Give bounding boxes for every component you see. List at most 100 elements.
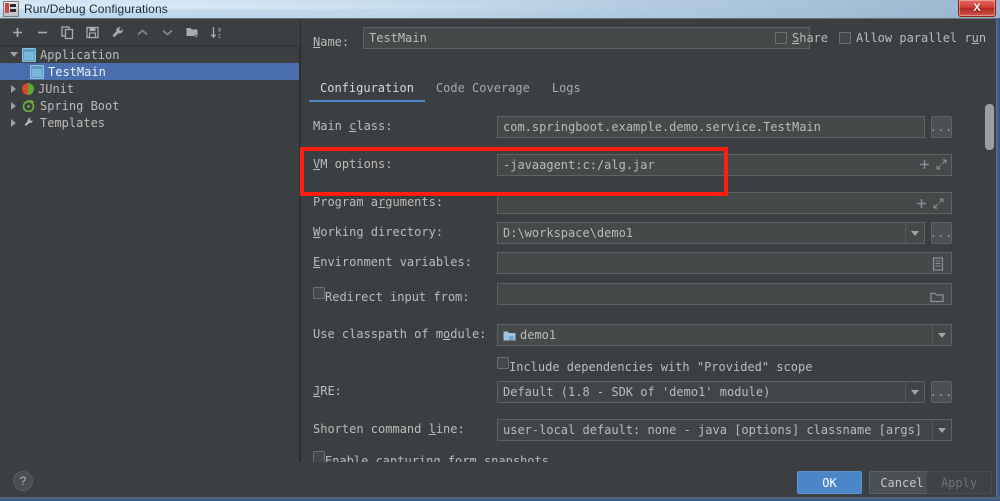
working-directory-browse-button[interactable]: ...	[931, 222, 952, 244]
chevron-down-icon[interactable]	[159, 24, 176, 41]
copy-icon[interactable]	[59, 24, 76, 41]
classpath-module-combo[interactable]: demo1	[497, 324, 952, 346]
expand-icon[interactable]	[936, 159, 947, 173]
shorten-command-line-label: Shorten command line:	[313, 422, 465, 436]
vm-options-label: VM options:	[313, 157, 392, 171]
share-checkbox-row[interactable]: Share	[775, 31, 828, 45]
vm-options-row: VM options: -javaagent:c:/alg.jar	[301, 154, 1000, 176]
program-arguments-row: Program arguments:	[301, 192, 1000, 214]
working-directory-input[interactable]: D:\workspace\demo1	[497, 222, 925, 244]
share-checkbox[interactable]	[775, 32, 787, 44]
vm-options-field-wrap: -javaagent:c:/alg.jar	[497, 154, 952, 176]
junit-icon	[22, 83, 34, 95]
jre-label: JRE:	[313, 384, 342, 398]
tab-logs[interactable]: Logs	[541, 81, 592, 102]
editor-scrollbar[interactable]	[985, 104, 994, 462]
folder-add-icon[interactable]	[184, 24, 201, 41]
name-label: Name:	[313, 35, 349, 49]
plus-icon[interactable]	[916, 194, 927, 213]
chevron-right-icon[interactable]	[8, 99, 21, 112]
expand-icon[interactable]	[933, 194, 944, 213]
vm-options-input[interactable]: -javaagent:c:/alg.jar	[497, 154, 952, 176]
configurations-panel: az Application TestMain	[0, 19, 301, 462]
dialog-body: az Application TestMain	[0, 18, 1000, 501]
window-bottom-edge	[0, 497, 1000, 501]
shorten-command-line-combo[interactable]: user-local default: none - java [options…	[497, 419, 952, 441]
allow-parallel-run-checkbox[interactable]	[839, 32, 851, 44]
close-icon[interactable]: X	[958, 0, 996, 17]
tree-item-label: Templates	[40, 116, 105, 130]
shorten-command-line-value: user-local default: none - java [options…	[503, 423, 922, 437]
chevron-right-icon[interactable]	[8, 116, 21, 129]
program-arguments-label: Program arguments:	[313, 195, 443, 209]
chevron-down-icon[interactable]	[932, 420, 951, 440]
tree-item-label: JUnit	[38, 82, 74, 96]
jre-row: JRE: Default (1.8 - SDK of 'demo1' modul…	[301, 381, 1000, 403]
tree-item-junit[interactable]: JUnit	[0, 80, 299, 97]
plus-icon[interactable]	[919, 159, 930, 173]
redirect-input-label: Redirect input from:	[325, 290, 470, 304]
redirect-input-field-wrap	[497, 283, 952, 305]
dialog-footer: ? OK Cancel Apply	[0, 462, 1000, 501]
classpath-module-field-wrap: demo1	[497, 324, 952, 346]
chevron-down-icon[interactable]	[932, 325, 951, 345]
include-provided-row: Include dependencies with "Provided" sco…	[301, 353, 1000, 375]
tree-item-label: Application	[40, 48, 119, 62]
configurations-tree[interactable]: Application TestMain JUnit	[0, 45, 300, 462]
vm-options-actions	[919, 155, 947, 176]
tab-code-coverage[interactable]: Code Coverage	[425, 81, 541, 102]
ok-button[interactable]: OK	[797, 471, 862, 494]
tree-item-label: TestMain	[48, 65, 106, 79]
spring-boot-icon	[22, 99, 36, 113]
vm-options-value: -javaagent:c:/alg.jar	[503, 158, 655, 172]
list-edit-icon[interactable]	[932, 256, 944, 275]
configurations-toolbar: az	[0, 19, 300, 45]
main-class-label: Main class:	[313, 119, 392, 133]
classpath-module-row: Use classpath of module: demo1	[301, 324, 1000, 346]
tree-item-application[interactable]: Application	[0, 46, 299, 63]
classpath-module-label: Use classpath of module:	[313, 327, 486, 341]
tree-item-spring-boot[interactable]: Spring Boot	[0, 97, 299, 114]
jre-combo[interactable]: Default (1.8 - SDK of 'demo1' module)	[497, 381, 925, 403]
environment-variables-input[interactable]	[497, 252, 952, 274]
shorten-command-line-row: Shorten command line: user-local default…	[301, 419, 1000, 441]
jre-field-wrap: Default (1.8 - SDK of 'demo1' module)	[497, 381, 925, 403]
jre-browse-button[interactable]: ...	[931, 381, 952, 403]
save-icon[interactable]	[84, 24, 101, 41]
include-provided-checkbox[interactable]	[497, 357, 509, 369]
chevron-up-icon[interactable]	[134, 24, 151, 41]
folder-icon[interactable]	[930, 288, 944, 307]
redirect-input-checkbox-row[interactable]: Redirect input from:	[313, 287, 325, 299]
program-arguments-input[interactable]	[497, 192, 952, 214]
wrench-icon	[22, 116, 36, 130]
include-provided-checkbox-row[interactable]: Include dependencies with "Provided" sco…	[497, 357, 509, 369]
environment-variables-row: Environment variables:	[301, 252, 1000, 274]
help-icon[interactable]: ?	[13, 471, 33, 491]
apply-button: Apply	[926, 471, 992, 494]
chevron-down-icon[interactable]	[8, 48, 21, 61]
tree-item-templates[interactable]: Templates	[0, 114, 299, 131]
editor-tabs[interactable]: Configuration Code Coverage Logs	[309, 76, 592, 102]
working-directory-value: D:\workspace\demo1	[503, 226, 633, 240]
working-directory-field-wrap: D:\workspace\demo1	[497, 222, 925, 244]
scrollbar-thumb[interactable]	[985, 104, 994, 150]
main-class-browse-button[interactable]: ...	[931, 116, 952, 138]
name-label-wrap: Name:	[313, 31, 349, 50]
redirect-input-checkbox[interactable]	[313, 287, 325, 299]
chevron-down-icon[interactable]	[905, 223, 924, 243]
working-directory-label: Working directory:	[313, 225, 443, 239]
tree-item-testmain[interactable]: TestMain	[0, 63, 299, 80]
redirect-input-input[interactable]	[497, 283, 952, 305]
sort-az-icon[interactable]: az	[209, 24, 226, 41]
main-class-input[interactable]: com.springboot.example.demo.service.Test…	[497, 116, 925, 138]
configuration-form: Main class: com.springboot.example.demo.…	[301, 104, 1000, 462]
chevron-down-icon[interactable]	[905, 382, 924, 402]
plus-icon[interactable]	[9, 24, 26, 41]
share-label: Share	[792, 31, 828, 45]
name-input[interactable]: TestMain	[363, 27, 810, 49]
wrench-icon[interactable]	[109, 24, 126, 41]
chevron-right-icon[interactable]	[8, 82, 21, 95]
tab-configuration[interactable]: Configuration	[309, 81, 425, 102]
allow-parallel-run-checkbox-row[interactable]: Allow parallel run	[839, 31, 986, 45]
minus-icon[interactable]	[34, 24, 51, 41]
